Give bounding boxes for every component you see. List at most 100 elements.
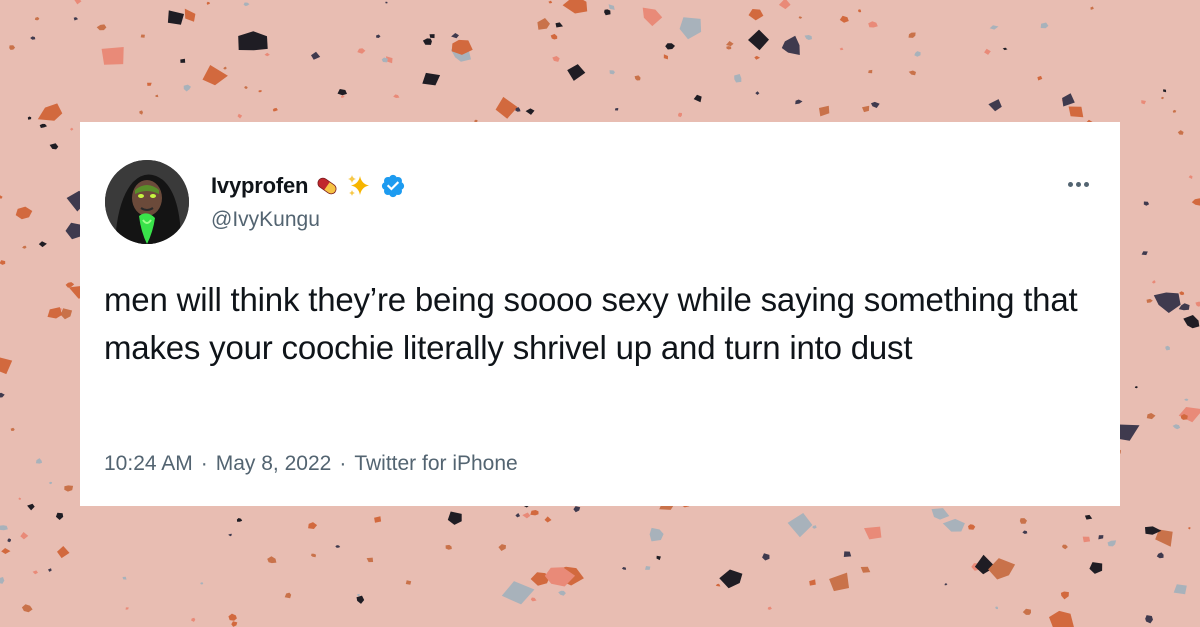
terrazzo-chip bbox=[258, 90, 262, 93]
display-name[interactable]: Ivyprofen bbox=[211, 173, 308, 199]
terrazzo-chip bbox=[839, 47, 844, 51]
terrazzo-chip bbox=[122, 576, 127, 580]
terrazzo-chip bbox=[0, 260, 6, 265]
terrazzo-chip bbox=[726, 46, 732, 50]
terrazzo-chip bbox=[0, 577, 5, 584]
tweet-metadata: 10:24 AM · May 8, 2022 · Twitter for iPh… bbox=[104, 452, 518, 476]
terrazzo-chip bbox=[908, 32, 916, 38]
terrazzo-chip bbox=[558, 590, 566, 596]
terrazzo-chip bbox=[1145, 615, 1153, 624]
terrazzo-chip bbox=[405, 580, 412, 585]
terrazzo-chip bbox=[140, 34, 145, 38]
terrazzo-chip bbox=[567, 64, 586, 81]
terrazzo-chip bbox=[335, 545, 341, 548]
terrazzo-chip bbox=[429, 34, 435, 39]
terrazzo-chip bbox=[1183, 315, 1200, 329]
terrazzo-chip bbox=[1184, 398, 1189, 401]
terrazzo-chip bbox=[1002, 47, 1008, 51]
terrazzo-chip bbox=[74, 0, 82, 5]
terrazzo-chip bbox=[1037, 75, 1043, 81]
terrazzo-chip bbox=[656, 555, 661, 561]
terrazzo-chip bbox=[839, 15, 849, 23]
terrazzo-chip bbox=[228, 533, 232, 537]
terrazzo-chip bbox=[748, 29, 769, 51]
tweet-date[interactable]: May 8, 2022 bbox=[216, 452, 332, 476]
terrazzo-chip bbox=[552, 56, 560, 62]
terrazzo-chip bbox=[1191, 198, 1200, 206]
terrazzo-chip bbox=[715, 583, 721, 587]
terrazzo-chip bbox=[385, 1, 388, 4]
terrazzo-chip bbox=[812, 525, 817, 529]
terrazzo-chip bbox=[32, 570, 38, 575]
terrazzo-chip bbox=[1134, 386, 1138, 389]
terrazzo-chip bbox=[39, 123, 47, 128]
terrazzo-chip bbox=[748, 9, 764, 21]
terrazzo-chip bbox=[614, 108, 619, 111]
terrazzo-chip bbox=[1068, 106, 1084, 118]
more-horizontal-icon bbox=[1067, 181, 1073, 187]
terrazzo-chip bbox=[311, 51, 321, 60]
author-handle[interactable]: @IvyKungu bbox=[211, 208, 320, 232]
terrazzo-chip bbox=[311, 553, 317, 558]
terrazzo-chip bbox=[237, 113, 243, 119]
terrazzo-chip bbox=[501, 581, 535, 605]
terrazzo-chip bbox=[1049, 610, 1074, 627]
terrazzo-chip bbox=[341, 95, 345, 98]
terrazzo-chip bbox=[37, 103, 63, 121]
terrazzo-chip bbox=[1022, 608, 1031, 615]
terrazzo-chip bbox=[679, 17, 702, 40]
terrazzo-chip bbox=[7, 538, 11, 543]
more-options-button[interactable] bbox=[1062, 172, 1094, 196]
terrazzo-chip bbox=[989, 25, 999, 30]
tweet-card: Ivyprofen @IvyKungu men will think they’… bbox=[80, 122, 1120, 506]
terrazzo-chip bbox=[868, 69, 873, 74]
terrazzo-chip bbox=[804, 35, 812, 40]
terrazzo-chip bbox=[35, 458, 43, 464]
terrazzo-chip bbox=[645, 566, 651, 570]
terrazzo-chip bbox=[34, 17, 40, 21]
terrazzo-chip bbox=[734, 74, 742, 83]
terrazzo-chip bbox=[693, 94, 702, 103]
terrazzo-chip bbox=[858, 9, 862, 13]
terrazzo-chip bbox=[1062, 544, 1068, 550]
terrazzo-chip bbox=[495, 96, 518, 119]
terrazzo-chip bbox=[180, 58, 186, 63]
terrazzo-chip bbox=[860, 566, 871, 573]
terrazzo-chip bbox=[21, 604, 33, 613]
terrazzo-chip bbox=[914, 51, 921, 57]
terrazzo-chip bbox=[1152, 280, 1156, 284]
terrazzo-chip bbox=[48, 568, 52, 572]
terrazzo-chip bbox=[73, 17, 79, 21]
terrazzo-chip bbox=[525, 108, 535, 115]
avatar[interactable] bbox=[105, 160, 189, 244]
terrazzo-chip bbox=[18, 497, 22, 500]
tweet-time[interactable]: 10:24 AM bbox=[104, 452, 193, 476]
terrazzo-chip bbox=[206, 1, 211, 5]
terrazzo-chip bbox=[267, 556, 277, 564]
terrazzo-chip bbox=[357, 594, 360, 597]
terrazzo-chip bbox=[183, 84, 191, 92]
terrazzo-chip bbox=[228, 613, 237, 621]
terrazzo-chip bbox=[1160, 96, 1165, 100]
avatar-image bbox=[105, 160, 189, 244]
terrazzo-chip bbox=[1089, 562, 1103, 574]
terrazzo-chip bbox=[264, 52, 270, 57]
terrazzo-chip bbox=[284, 592, 292, 599]
terrazzo-chip bbox=[101, 47, 124, 65]
terrazzo-chip bbox=[374, 516, 382, 523]
terrazzo-chip bbox=[530, 597, 537, 602]
terrazzo-chip bbox=[1177, 130, 1184, 135]
terrazzo-chip bbox=[608, 4, 615, 10]
terrazzo-chip bbox=[70, 127, 74, 131]
terrazzo-chip bbox=[530, 510, 539, 516]
terrazzo-chip bbox=[1188, 527, 1191, 530]
terrazzo-chip bbox=[767, 606, 772, 610]
author-name-row: Ivyprofen bbox=[211, 172, 406, 200]
terrazzo-chip bbox=[798, 16, 803, 19]
terrazzo-chip bbox=[498, 544, 506, 551]
terrazzo-background: Ivyprofen @IvyKungu men will think they’… bbox=[0, 0, 1200, 627]
terrazzo-chip bbox=[1172, 424, 1181, 430]
terrazzo-chip bbox=[1107, 540, 1117, 547]
terrazzo-chip bbox=[762, 553, 770, 561]
terrazzo-chip bbox=[555, 22, 563, 28]
